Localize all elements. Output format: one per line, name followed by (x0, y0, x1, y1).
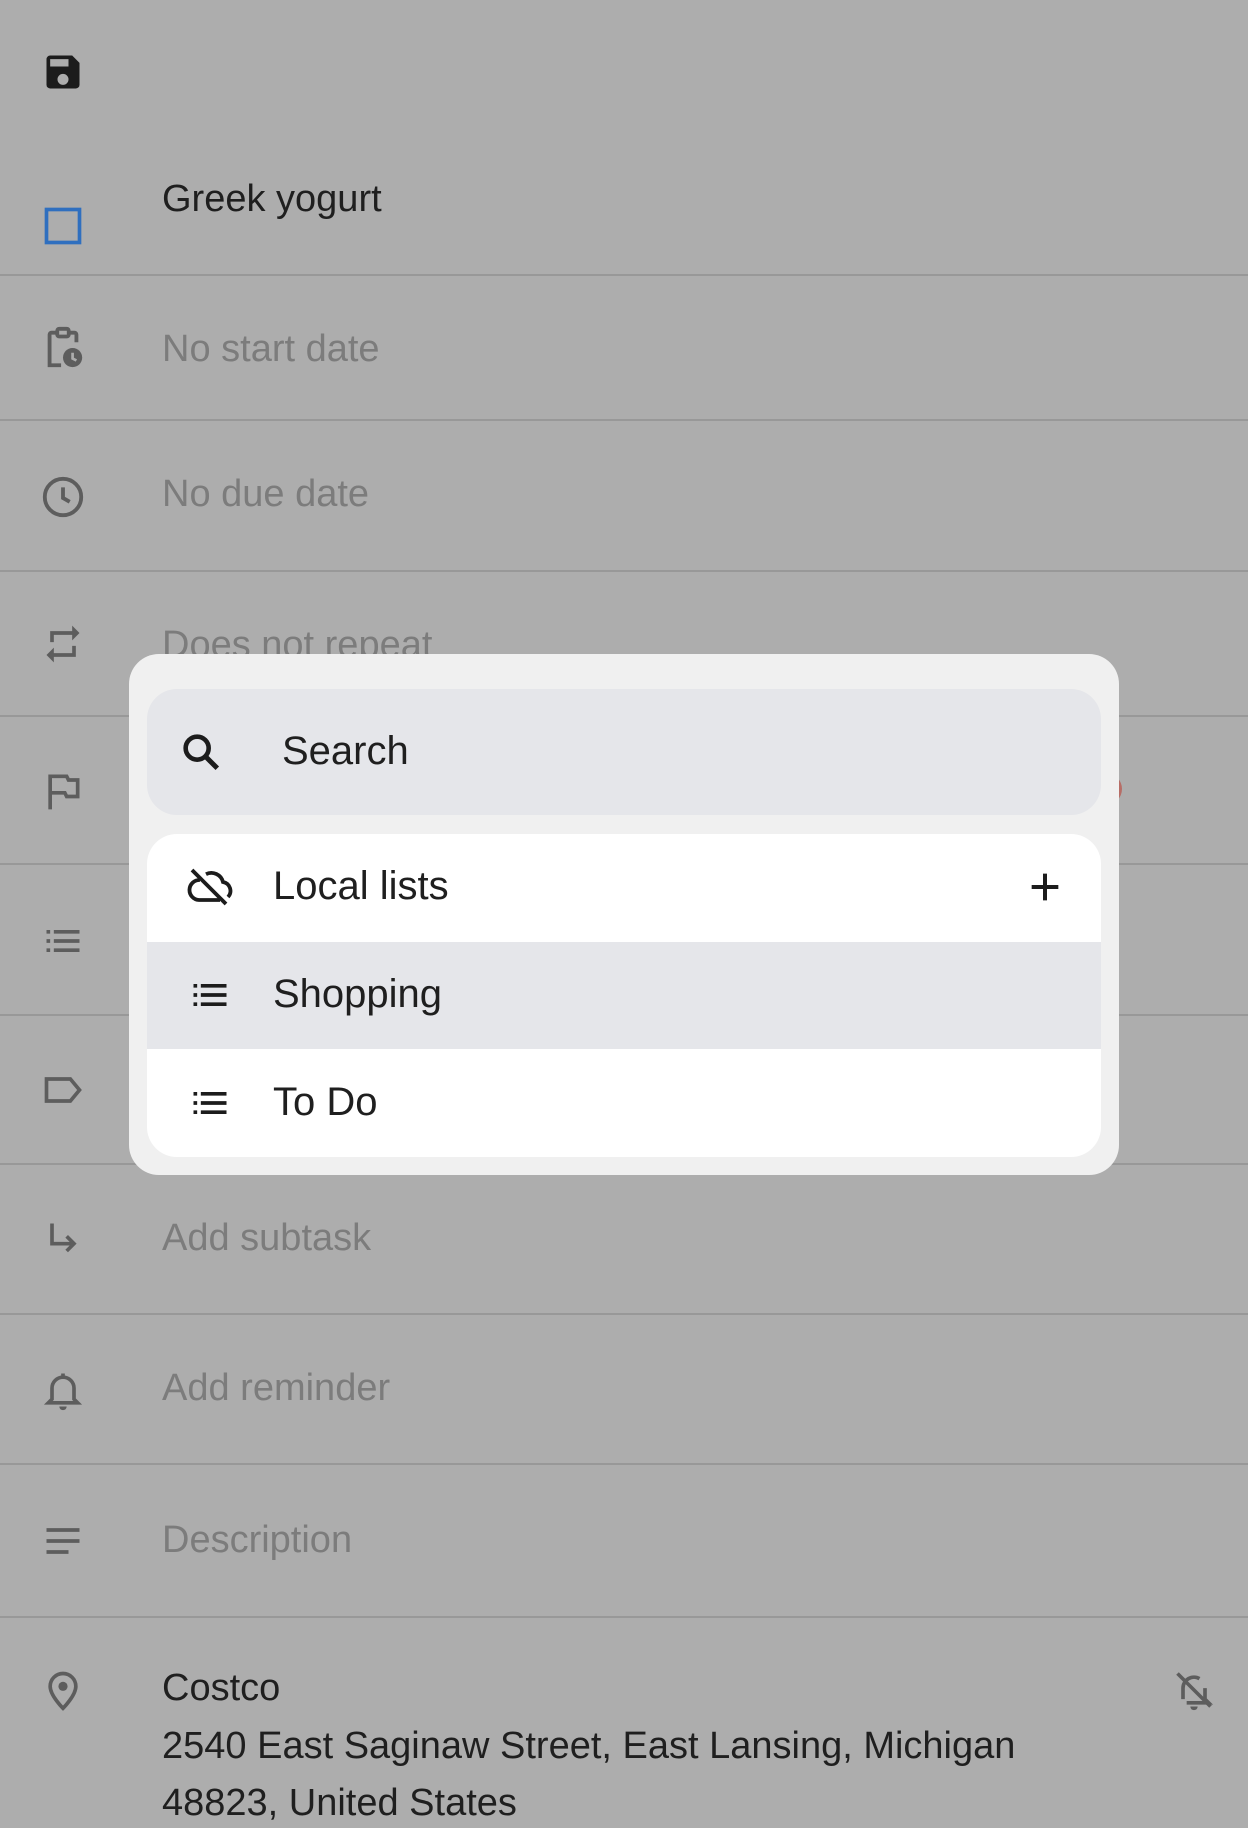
location-row[interactable]: Costco 2540 East Saginaw Street, East La… (0, 1618, 1248, 1828)
clock-icon (35, 469, 91, 525)
description-text[interactable]: Description (162, 1519, 352, 1562)
list-picker-dialog: Search Local lists Shopping To Do (129, 654, 1119, 1175)
checkbox-icon[interactable] (35, 198, 91, 254)
task-title[interactable]: Greek yogurt (162, 178, 382, 221)
label-icon (35, 1062, 91, 1118)
repeat-icon (35, 616, 91, 672)
start-date-row[interactable]: No start date (0, 276, 1248, 421)
list-icon (180, 967, 240, 1023)
description-row[interactable]: Description (0, 1465, 1248, 1618)
location-name: Costco (162, 1667, 281, 1709)
add-subtask-text: Add subtask (162, 1217, 372, 1259)
bell-icon (35, 1362, 91, 1418)
list-item-label: To Do (273, 1080, 378, 1124)
location-address-line1: 2540 East Saginaw Street, East Lansing, … (162, 1725, 1016, 1767)
search-icon (173, 724, 229, 780)
due-date-row[interactable]: No due date (0, 421, 1248, 572)
list-item-shopping[interactable]: Shopping (147, 942, 1101, 1049)
top-bar (0, 0, 1248, 140)
flag-icon (35, 763, 91, 819)
subtask-row[interactable]: Add subtask (0, 1165, 1248, 1315)
search-placeholder[interactable]: Search (282, 729, 409, 774)
list-icon (35, 913, 91, 969)
bell-off-icon[interactable] (1166, 1662, 1222, 1718)
location-address-line2: 48823, United States (162, 1782, 517, 1824)
location-pin-icon (35, 1662, 91, 1718)
add-icon[interactable] (1015, 859, 1075, 915)
calendar-clock-icon (35, 320, 91, 376)
search-bar[interactable]: Search (147, 689, 1101, 815)
notes-icon (35, 1513, 91, 1569)
cloud-off-icon (180, 859, 240, 915)
task-title-row: Greek yogurt (0, 140, 1248, 276)
subtask-arrow-icon (35, 1212, 91, 1268)
add-reminder-text: Add reminder (162, 1367, 391, 1409)
list-options: Local lists Shopping To Do (147, 834, 1101, 1157)
list-item-todo[interactable]: To Do (147, 1050, 1101, 1157)
reminder-row[interactable]: Add reminder (0, 1315, 1248, 1465)
start-date-text: No start date (162, 328, 380, 370)
list-item-label: Shopping (273, 972, 443, 1016)
local-lists-label: Local lists (273, 864, 449, 908)
due-date-text: No due date (162, 473, 370, 515)
local-lists-header: Local lists (147, 834, 1101, 941)
list-icon (180, 1075, 240, 1131)
save-icon[interactable] (35, 44, 91, 100)
